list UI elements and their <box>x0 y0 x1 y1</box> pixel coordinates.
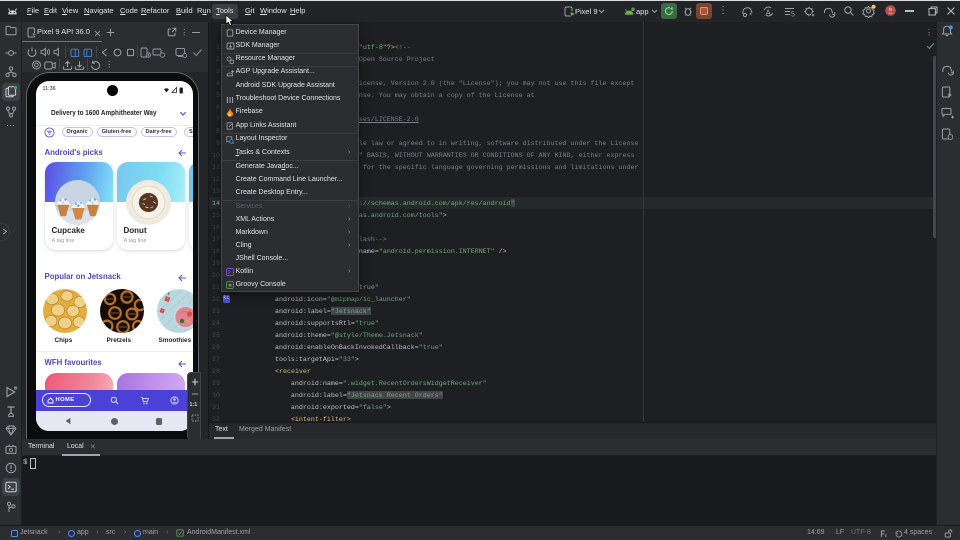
svg-text:A: A <box>766 9 772 18</box>
svg-text:5: 5 <box>791 12 795 19</box>
